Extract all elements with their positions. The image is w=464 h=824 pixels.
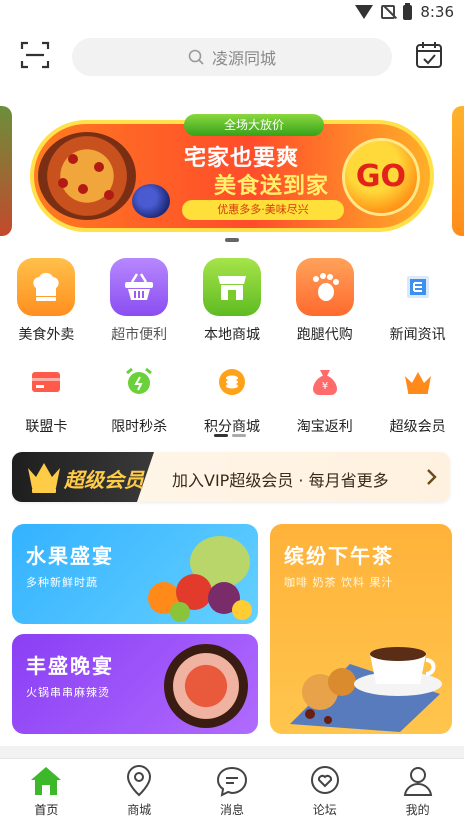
card-title: 缤纷下午茶: [284, 544, 394, 568]
status-time: 8:36: [420, 3, 454, 21]
nav-item-alliance-card[interactable]: 联盟卡: [0, 362, 93, 438]
footprint-icon: [295, 258, 354, 316]
tab-mall[interactable]: 商城: [93, 759, 186, 824]
home-icon: [31, 767, 62, 795]
banner-tag: 全场大放价: [184, 114, 324, 136]
tab-label: 商城: [127, 803, 152, 817]
coffee-image: [290, 647, 442, 732]
nav-item-points-mall[interactable]: 积分商城: [186, 362, 279, 438]
tab-home[interactable]: 首页: [0, 759, 93, 824]
afternoon-tea-card[interactable]: 缤纷下午茶 咖啡 奶茶 饮料 果汁: [270, 524, 452, 734]
tab-label: 论坛: [312, 803, 337, 817]
blueberries-image: [132, 184, 170, 218]
scan-button[interactable]: [20, 40, 50, 70]
user-icon: [403, 767, 432, 796]
map-pin-icon: [127, 765, 152, 797]
card-subtitle: 咖啡 奶茶 饮料 果汁: [284, 576, 394, 589]
secondary-nav: 联盟卡 限时秒杀 积分商城 ¥ 淘宝返利 超级会员: [0, 362, 464, 438]
banner-subline: 优惠多多·美味尽兴: [182, 200, 344, 220]
nav-item-flash-sale[interactable]: 限时秒杀: [93, 362, 186, 438]
nav-item-food-delivery[interactable]: 美食外卖: [0, 258, 93, 344]
basket-icon: [110, 258, 169, 316]
chef-hat-icon: [17, 258, 76, 316]
nav-page-indicator: [214, 434, 246, 437]
nav-label: 超级会员: [389, 419, 446, 435]
wifi-icon: [355, 5, 374, 19]
section-divider: [0, 746, 464, 758]
bottom-tab-bar: 首页 商城 消息 论坛 我的: [0, 758, 464, 824]
fruit-feast-card[interactable]: 水果盛宴 多种新鲜时蔬: [12, 524, 258, 624]
app-screen: 8:36 凌源同城 全场大放价 宅家也要爽 美食送到家 优惠多多·美味尽兴 GO…: [0, 0, 464, 824]
tab-profile[interactable]: 我的: [371, 759, 464, 824]
card-subtitle: 多种新鲜时蔬: [26, 576, 98, 589]
nav-item-super-member[interactable]: 超级会员: [371, 362, 464, 438]
nav-label: 限时秒杀: [111, 419, 168, 435]
banner-next-peek: [452, 106, 464, 236]
fruit-image: [148, 536, 252, 622]
nav-label: 跑腿代购: [296, 327, 353, 343]
tab-label: 消息: [219, 803, 244, 817]
top-header: 凌源同城: [0, 28, 464, 88]
tab-label: 我的: [405, 803, 430, 817]
tab-forum[interactable]: 论坛: [278, 759, 371, 824]
vip-banner[interactable]: 超级会员 加入VIP超级会员 · 每月省更多: [12, 452, 450, 502]
search-input[interactable]: 凌源同城: [72, 38, 392, 76]
card-title: 丰盛晚宴: [26, 654, 114, 678]
nav-label: 超市便利: [111, 327, 168, 343]
nav-item-supermarket[interactable]: 超市便利: [93, 258, 186, 344]
status-bar: 8:36: [0, 0, 464, 28]
no-sim-icon: [381, 5, 396, 19]
crown-icon: [398, 362, 438, 402]
card-icon: [26, 362, 66, 402]
svg-text:¥: ¥: [322, 381, 328, 392]
money-bag-icon: ¥: [305, 362, 345, 402]
banner-indicator: [0, 238, 464, 242]
hotpot-image: [164, 644, 248, 728]
nav-label: 积分商城: [203, 419, 260, 435]
nav-label: 美食外卖: [18, 327, 75, 343]
alarm-clock-icon: [119, 362, 159, 402]
search-icon: [188, 49, 204, 65]
promo-grid: 水果盛宴 多种新鲜时蔬 丰盛晚宴 火锅串串麻辣烫 缤纷下午茶 咖啡 奶茶 饮料 …: [0, 514, 464, 746]
gold-crown-icon: [28, 463, 60, 493]
calendar-check-icon: [416, 42, 442, 68]
nav-label: 淘宝返利: [296, 419, 353, 435]
nav-item-local-mall[interactable]: 本地商城: [186, 258, 279, 344]
tab-messages[interactable]: 消息: [186, 759, 279, 824]
card-subtitle: 火锅串串麻辣烫: [26, 686, 110, 699]
vip-promo-text: 加入VIP超级会员 · 每月省更多: [172, 471, 389, 490]
card-title: 水果盛宴: [26, 544, 114, 568]
nav-item-news[interactable]: 新闻资讯: [371, 258, 464, 344]
banner-prev-peek: [0, 106, 12, 236]
nav-item-taobao-rebate[interactable]: ¥ 淘宝返利: [278, 362, 371, 438]
chat-bubble-icon: [216, 766, 247, 797]
nav-label: 联盟卡: [25, 419, 68, 435]
tab-label: 首页: [34, 803, 59, 817]
heart-bubble-icon: [310, 766, 339, 794]
scan-icon: [20, 41, 50, 69]
banner-carousel[interactable]: 全场大放价 宅家也要爽 美食送到家 优惠多多·美味尽兴 GO: [0, 100, 464, 242]
banner-go-button[interactable]: GO: [342, 138, 420, 216]
nav-label: 本地商城: [203, 327, 260, 343]
chevron-right-icon: [427, 469, 437, 485]
search-placeholder: 凌源同城: [211, 49, 276, 68]
newspaper-icon: [388, 258, 447, 316]
vip-badge-label: 超级会员: [64, 468, 144, 492]
store-icon: [202, 258, 261, 316]
nav-item-errand[interactable]: 跑腿代购: [278, 258, 371, 344]
banner-headline-2: 美食送到家: [214, 174, 330, 199]
primary-nav: 美食外卖 超市便利 本地商城 跑腿代购 新闻资讯: [0, 258, 464, 344]
calendar-button[interactable]: [414, 40, 444, 70]
promo-banner[interactable]: 全场大放价 宅家也要爽 美食送到家 优惠多多·美味尽兴 GO: [30, 114, 434, 232]
coins-icon: [212, 362, 252, 402]
pizza-image: [38, 132, 136, 220]
battery-icon: [403, 2, 413, 20]
dinner-feast-card[interactable]: 丰盛晚宴 火锅串串麻辣烫: [12, 634, 258, 734]
nav-label: 新闻资讯: [389, 327, 446, 343]
